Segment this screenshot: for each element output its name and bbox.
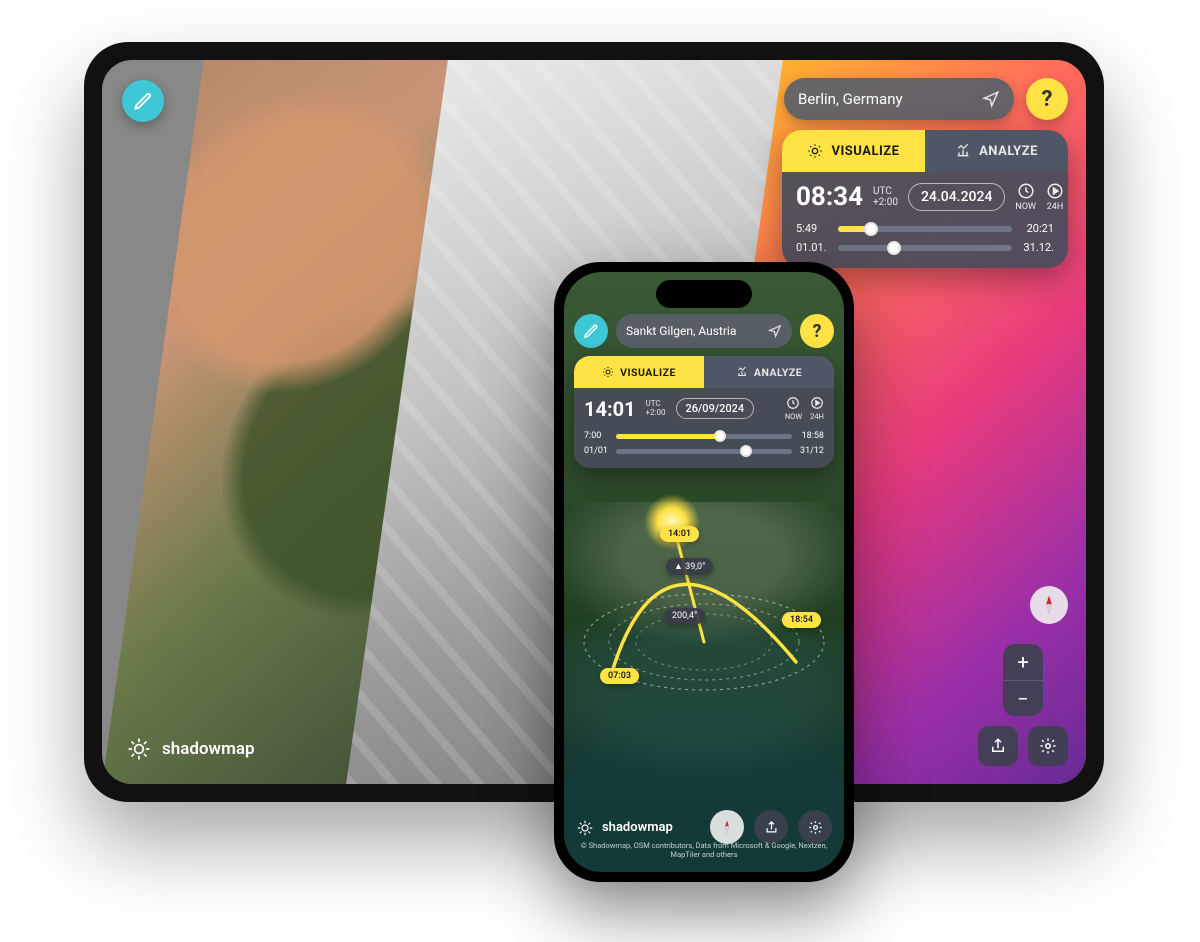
help-button[interactable]: ? <box>800 314 834 348</box>
date-slider-end: 31.12. <box>1020 241 1054 254</box>
time-slider-start: 5:49 <box>796 222 830 235</box>
time-value[interactable]: 08:34 <box>796 182 863 212</box>
settings-button[interactable] <box>1028 726 1068 766</box>
mode-tabs: VISUALIZE ANALYZE <box>782 130 1068 172</box>
edit-button[interactable] <box>122 80 164 122</box>
locate-icon[interactable] <box>982 90 1000 108</box>
compass-icon <box>1038 594 1060 616</box>
time-slider-start: 7:00 <box>584 431 610 441</box>
zoom-out-button[interactable]: − <box>1003 680 1043 716</box>
time-slider[interactable]: 7:00 18:58 <box>584 431 824 441</box>
play-icon <box>810 396 824 410</box>
time-value[interactable]: 14:01 <box>584 397 636 421</box>
date-picker[interactable]: 26/09/2024 <box>676 398 755 419</box>
help-label: ? <box>1042 87 1053 112</box>
time-panel: VISUALIZE ANALYZE 14:01 UTC +2:00 26/09/… <box>574 356 834 468</box>
time-slider[interactable]: 5:49 20:21 <box>796 222 1054 235</box>
zoom-in-button[interactable]: + <box>1003 644 1043 680</box>
clock-icon <box>786 396 800 410</box>
timezone-label: UTC +2:00 <box>873 186 898 208</box>
date-slider-start: 01.01. <box>796 241 830 254</box>
timezone-label: UTC +2:00 <box>646 400 666 418</box>
phone-frame: Sankt Gilgen, Austria ? VISUALIZE ANALYZ… <box>554 262 854 882</box>
analyze-icon <box>955 143 971 159</box>
phone-notch <box>656 280 752 308</box>
share-icon <box>989 737 1007 755</box>
date-slider-end: 31/12 <box>798 446 824 456</box>
sun-icon <box>807 143 823 159</box>
sun-icon <box>602 366 614 378</box>
time-panel: VISUALIZE ANALYZE 08:34 UTC +2:00 24.04.… <box>782 130 1068 268</box>
tab-analyze-label: ANALYZE <box>754 366 802 379</box>
tab-visualize-label: VISUALIZE <box>831 144 899 159</box>
map-credits: © Shadowmap, OSM contributors, Data from… <box>576 841 832 861</box>
time-slider-end: 18:58 <box>798 431 824 441</box>
brand-logo: shadowmap <box>576 819 832 837</box>
date-slider[interactable]: 01.01. 31.12. <box>796 241 1054 254</box>
tab-visualize[interactable]: VISUALIZE <box>782 130 925 172</box>
phone-screen: Sankt Gilgen, Austria ? VISUALIZE ANALYZ… <box>564 272 844 872</box>
now-button[interactable]: NOW <box>785 396 802 421</box>
datetime-controls: 14:01 UTC +2:00 26/09/2024 NOW 24H <box>574 388 834 468</box>
date-slider-start: 01/01 <box>584 446 610 456</box>
search-field[interactable]: Berlin, Germany <box>784 78 1014 120</box>
tab-analyze-label: ANALYZE <box>979 144 1038 159</box>
datetime-controls: 08:34 UTC +2:00 24.04.2024 NOW 24H <box>782 172 1068 268</box>
tab-analyze[interactable]: ANALYZE <box>704 356 834 388</box>
brand-logo: shadowmap <box>126 736 255 762</box>
play-24h-button[interactable]: 24H <box>810 396 824 421</box>
pencil-icon <box>133 91 153 111</box>
play-24h-button[interactable]: 24H <box>1046 182 1064 212</box>
share-button[interactable] <box>978 726 1018 766</box>
search-text: Sankt Gilgen, Austria <box>626 324 736 338</box>
logo-icon <box>576 819 594 837</box>
clock-icon <box>1017 182 1035 200</box>
zoom-controls: + − <box>1003 644 1043 716</box>
logo-icon <box>126 736 152 762</box>
date-picker[interactable]: 24.04.2024 <box>908 183 1005 211</box>
mode-tabs: VISUALIZE ANALYZE <box>574 356 834 388</box>
pencil-icon <box>583 323 599 339</box>
analyze-icon <box>736 366 748 378</box>
locate-icon[interactable] <box>768 324 782 338</box>
play-icon <box>1046 182 1064 200</box>
time-slider-end: 20:21 <box>1020 222 1054 235</box>
now-button[interactable]: NOW <box>1015 182 1036 212</box>
view-controls: + − <box>978 644 1068 766</box>
tab-visualize-label: VISUALIZE <box>620 366 676 379</box>
tab-analyze[interactable]: ANALYZE <box>925 130 1068 172</box>
phone-footer: shadowmap © Shadowmap, OSM contributors,… <box>564 811 844 873</box>
tab-visualize[interactable]: VISUALIZE <box>574 356 704 388</box>
edit-button[interactable] <box>574 314 608 348</box>
date-slider[interactable]: 01/01 31/12 <box>584 446 824 456</box>
help-label: ? <box>813 321 822 342</box>
help-button[interactable]: ? <box>1026 78 1068 120</box>
search-text: Berlin, Germany <box>798 90 903 108</box>
search-field[interactable]: Sankt Gilgen, Austria <box>616 314 792 348</box>
compass-button[interactable] <box>1030 586 1068 624</box>
gear-icon <box>1039 737 1057 755</box>
